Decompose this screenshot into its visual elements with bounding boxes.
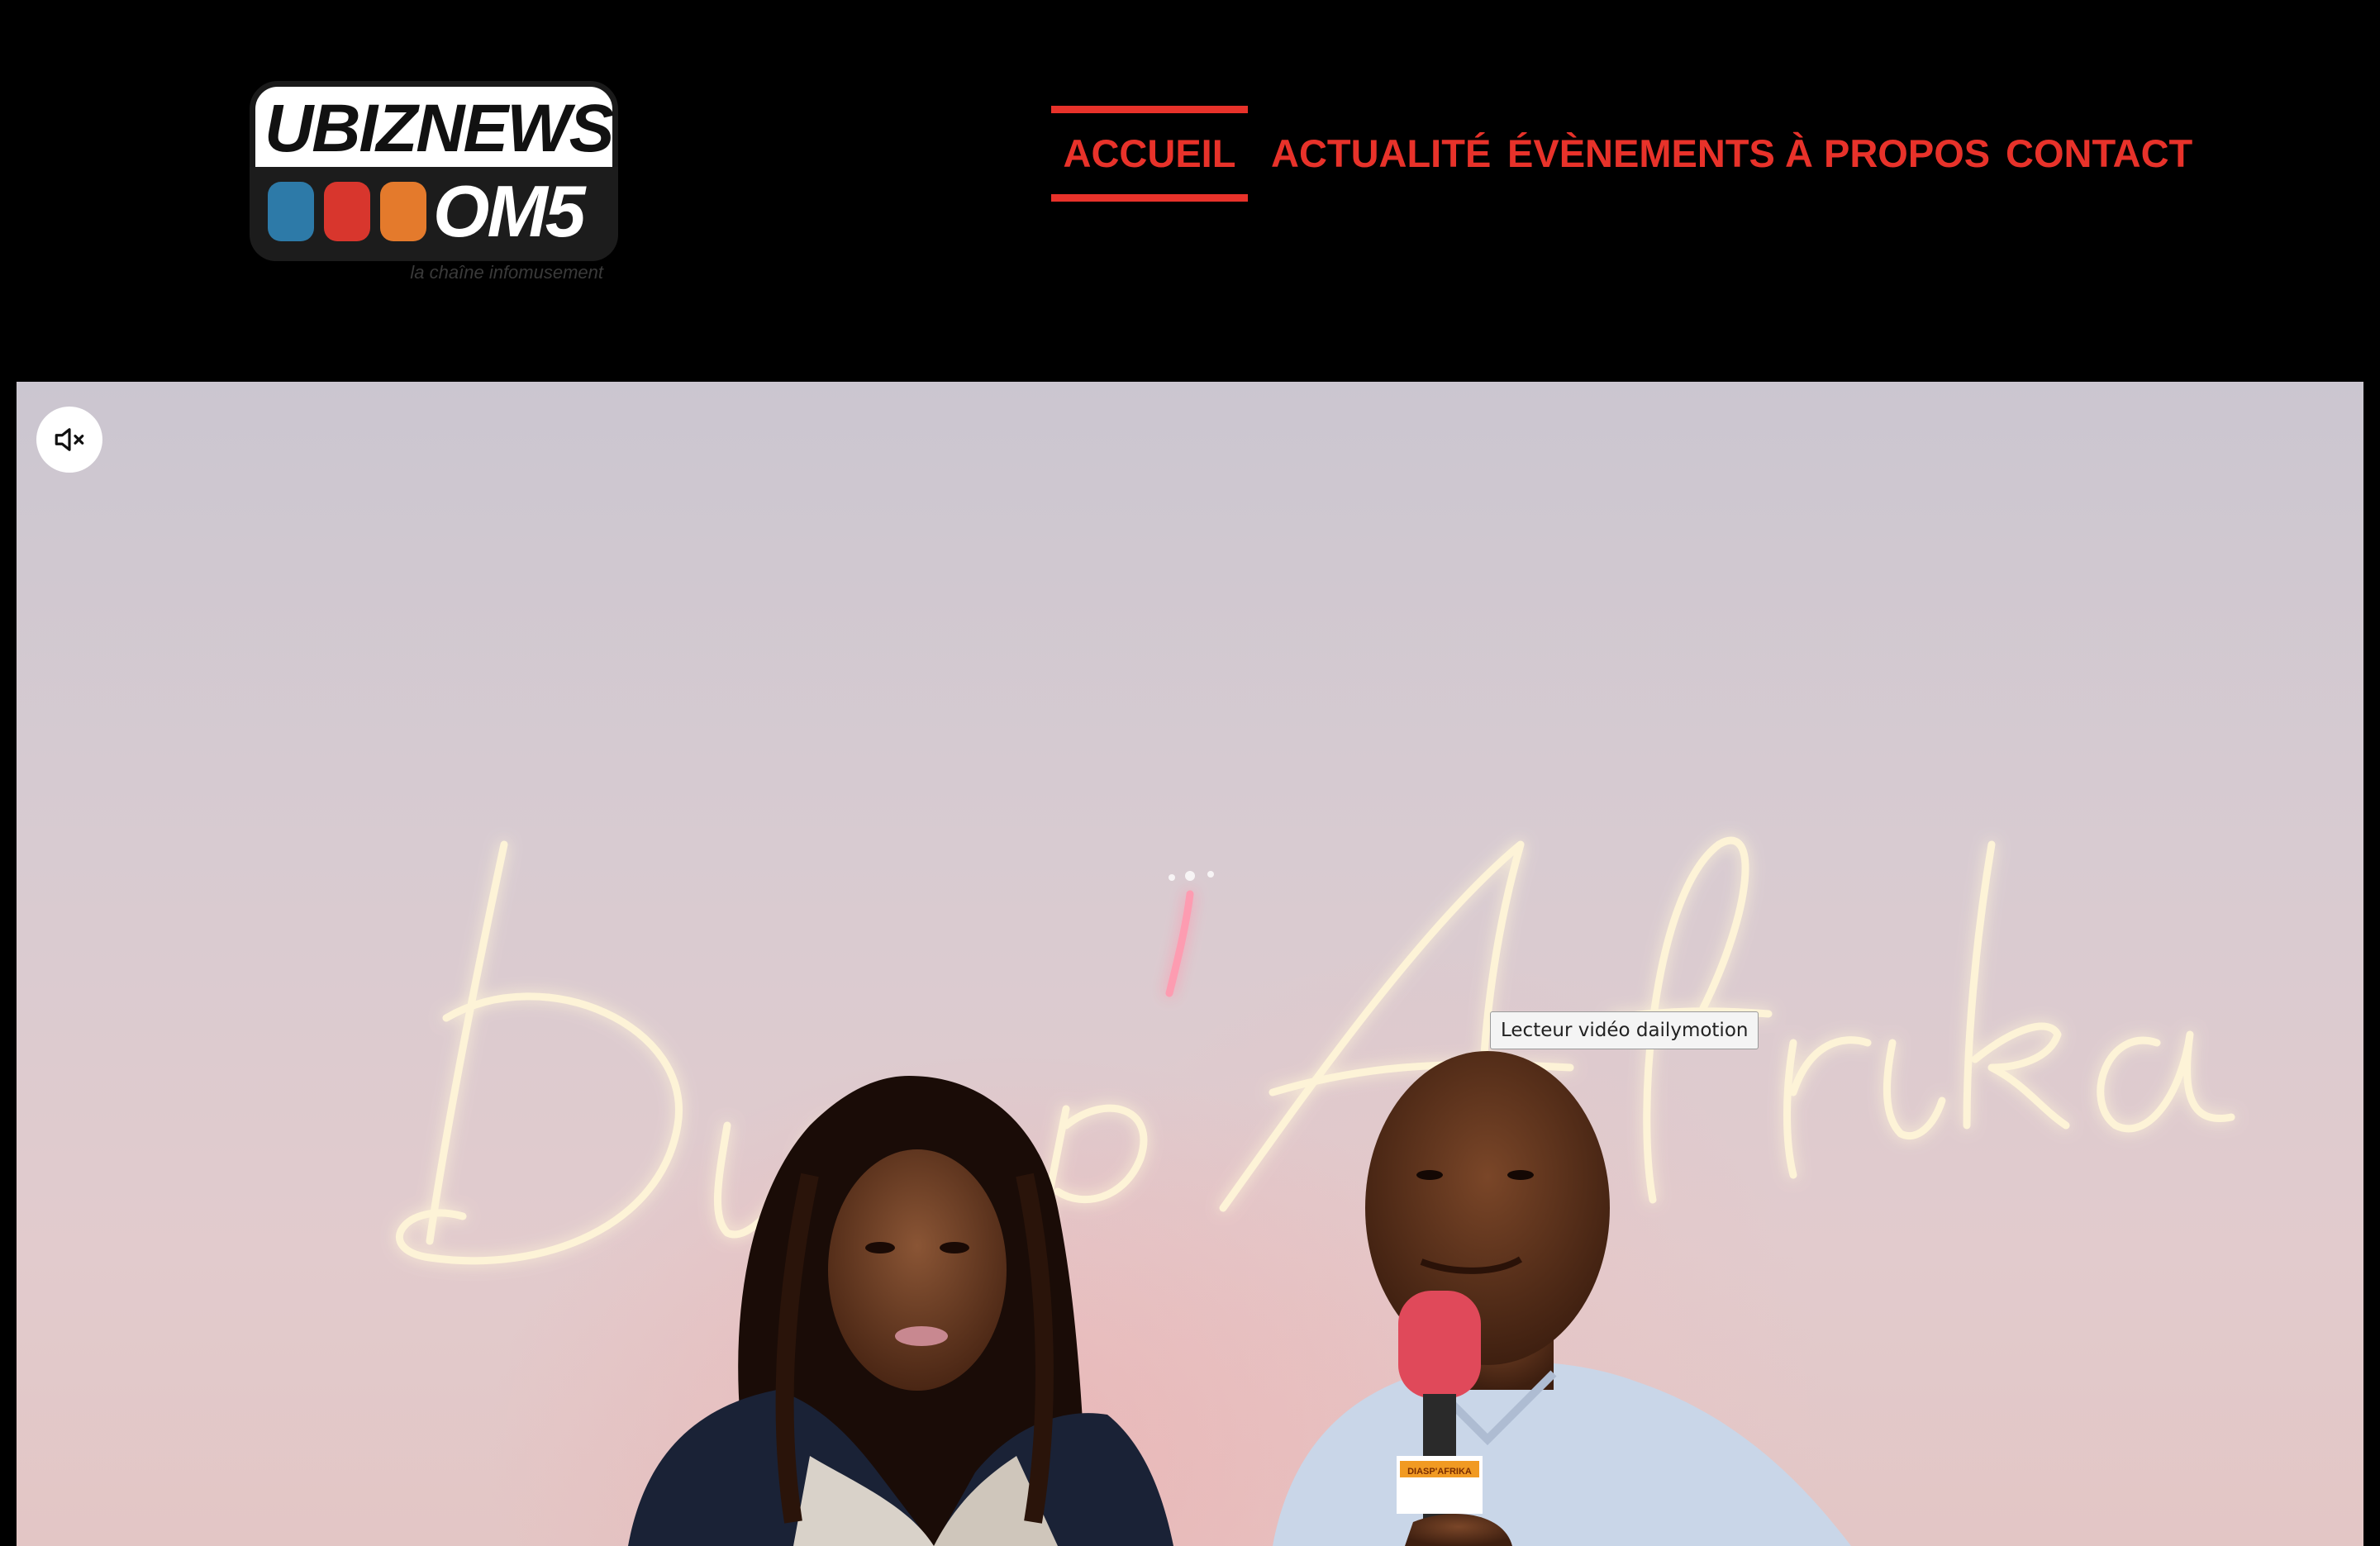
speaker-muted-icon [55, 428, 84, 451]
logo-orange-chip [380, 182, 426, 241]
logo-red-chip [324, 182, 370, 241]
nav-evenements[interactable]: ÉVÈNEMENTS [1507, 106, 1775, 202]
logo-channel-name: OM5 [433, 170, 586, 252]
logo-tagline: la chaîne infomusement [410, 262, 603, 283]
logo-blue-chip [268, 182, 314, 241]
dailymotion-video-player[interactable]: DIASP'AFRIKA Lecteur vidéo dailymotion [17, 382, 2363, 1546]
neon-sign-diasp-afrika [396, 836, 2235, 1344]
video-frame-image: DIASP'AFRIKA [396, 836, 2235, 1546]
sparkle-icon [1169, 871, 1214, 881]
logo-brand-name: UBIZNEWS [264, 91, 614, 166]
player-tooltip: Lecteur vidéo dailymotion [1490, 1011, 1759, 1049]
nav-actualite[interactable]: ACTUALITÉ [1271, 106, 1491, 202]
nav-accueil[interactable]: ACCUEIL [1051, 106, 1248, 202]
ubiznews-om5-logo[interactable]: UBIZNEWS OM5 la chaîne infomusement [250, 81, 618, 286]
nav-contact[interactable]: CONTACT [2006, 106, 2192, 202]
mic-flag-label: DIASP'AFRIKA [1407, 1467, 1472, 1477]
mute-toggle-button[interactable] [36, 407, 102, 473]
site-header: UBIZNEWS OM5 la chaîne infomusement ACCU… [0, 0, 2380, 382]
presenter-woman [628, 1076, 1173, 1546]
nav-a-propos[interactable]: À PROPOS [1785, 106, 1990, 202]
interviewee-man [1273, 1051, 1851, 1546]
